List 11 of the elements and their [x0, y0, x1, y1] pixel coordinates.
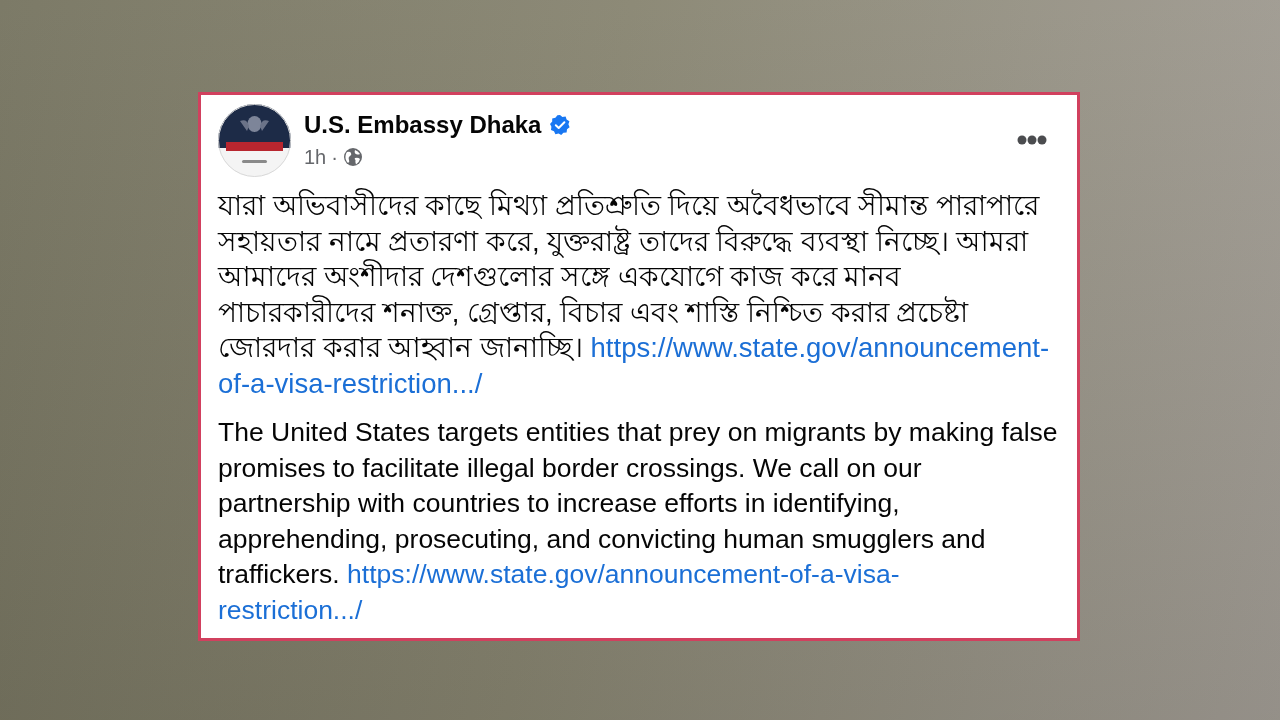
post-link[interactable]: restriction.../	[218, 594, 363, 625]
post-link[interactable]: https://www.state.gov/announcement-	[590, 332, 1050, 363]
more-options-icon[interactable]	[1017, 135, 1047, 145]
post-text: যারা অভিবাসীদের কাছে মিথ্যা প্রতিশ্রুতি দিয়ে অবৈধভাবে সীমান্ত পারাপারে সহায়তার নামে প্রতারণা করে, যুক্তরাষ্ট্র তাদের বিরুদ্ধে ব্যবস্থা নিচ্ছে। আমরা আমাদের অংশীদার দেশগুলোর সঙ্গে একযোগে কাজ করে মানব পাচারকারীদের শনাক্ত, গ্রেপ্তার, বিচার এবং শাস্তি নিশ্চিত করার প্রচেষ্টা জোরদার করার আহ্বান জানাচ্ছি। https://www.state.gov/announcement- of-a-visa-restriction.../	[218, 188, 1051, 401]
page-name[interactable]: U.S. Embassy Dhaka	[304, 108, 542, 141]
post-time[interactable]: 1h	[304, 142, 327, 171]
post-link[interactable]: https://www.state.gov/announcement-of-a-visa-	[347, 559, 900, 589]
globe-icon	[342, 146, 363, 167]
post-link[interactable]: of-a-visa-restriction.../	[218, 367, 483, 399]
post-text: The United States targets entities that prey on migrants by making false promises to facilitate illegal border crossings. We call on our partnership with countries to increase efforts in identifying, apprehending, prosecuting, and convicting human smugglers and traffickers. https://www.state.gov/announcement-of-a-visa- restriction.../	[218, 416, 1059, 627]
meta-separator: ·	[331, 144, 338, 170]
